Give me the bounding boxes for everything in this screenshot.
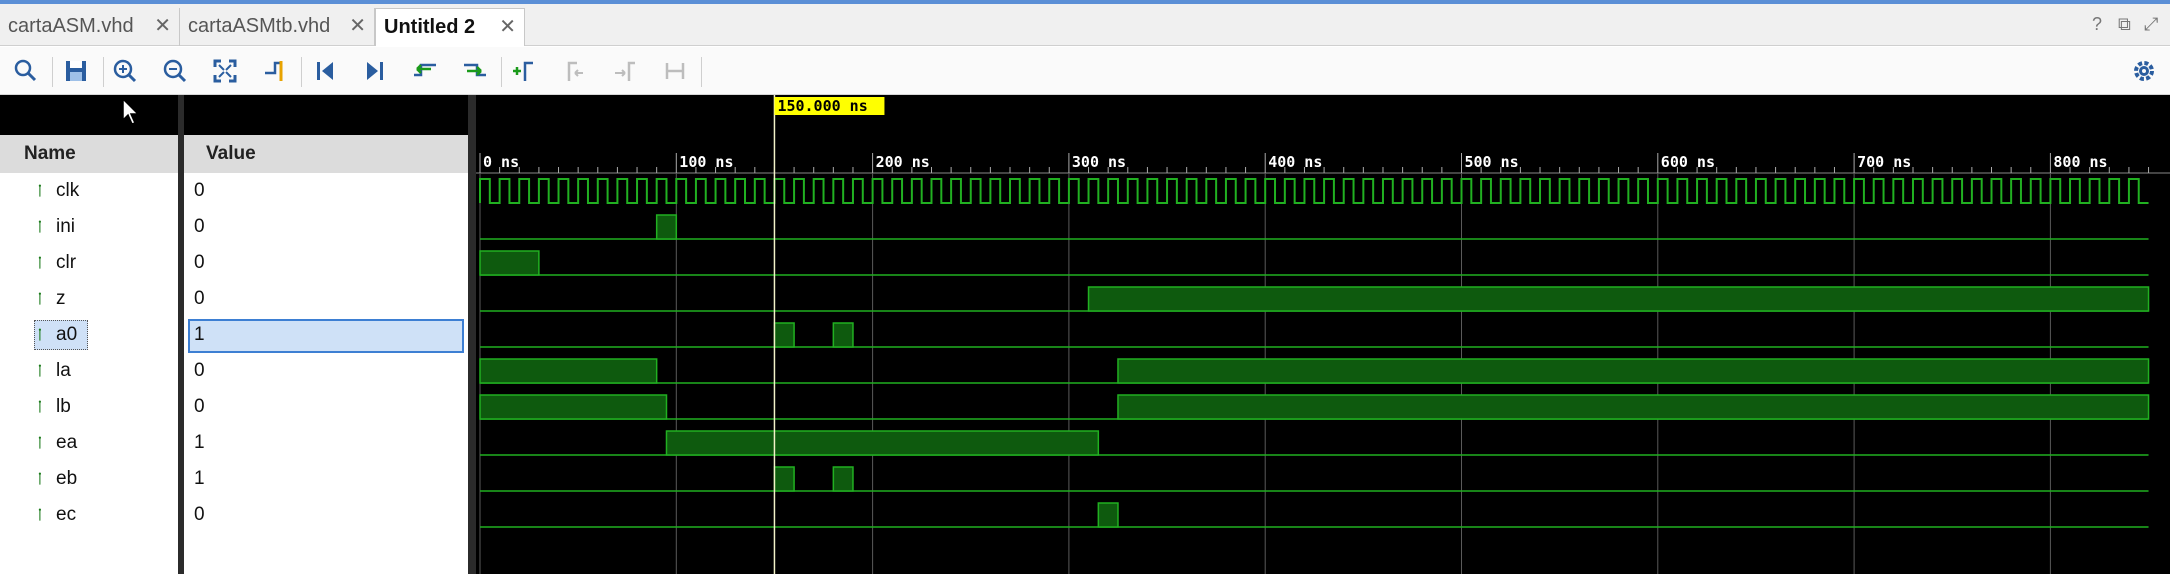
signal-bit-icon: ᛙ <box>36 219 44 234</box>
column-divider[interactable] <box>178 95 184 574</box>
go-to-time-zero-icon[interactable] <box>311 57 339 85</box>
waveform-high-z <box>1087 286 2150 312</box>
restore-icon[interactable]: ⧉ <box>2118 14 2131 35</box>
clock-waveform-clk <box>479 178 2149 204</box>
signal-name-clk[interactable]: clk <box>56 173 79 209</box>
waveform-high-eb <box>832 466 854 492</box>
settings-gear-icon[interactable] <box>2130 57 2158 85</box>
close-icon[interactable]: ✕ <box>349 8 366 44</box>
tab-untitled-2[interactable]: Untitled 2 ✕ <box>375 8 525 46</box>
name-column <box>0 173 178 574</box>
signal-value-eb[interactable]: 1 <box>194 461 205 497</box>
cursor-time-label: 150.000 ns <box>777 97 867 115</box>
signal-name-ec[interactable]: ec <box>56 497 76 533</box>
signal-bit-icon: ᛙ <box>36 507 44 522</box>
signal-name-lb[interactable]: lb <box>56 389 71 425</box>
waveform-high-a0 <box>773 322 795 348</box>
waveform-high-lb <box>1117 394 2150 420</box>
previous-transition-icon[interactable] <box>411 57 439 85</box>
value-column-header[interactable]: Value <box>184 135 468 173</box>
waveform-high-eb <box>773 466 795 492</box>
signal-name-eb[interactable]: eb <box>56 461 77 497</box>
tab-label: cartaASMtb.vhd <box>188 15 331 37</box>
swap-cursors-icon[interactable] <box>661 57 689 85</box>
zoom-fit-icon[interactable] <box>211 57 239 85</box>
help-icon[interactable]: ? <box>2092 14 2102 35</box>
pane-divider[interactable] <box>468 95 476 574</box>
signal-value-ini[interactable]: 0 <box>194 209 205 245</box>
waveform-high-clr <box>479 250 540 276</box>
editor-tab-bar: cartaASM.vhd ✕ cartaASMtb.vhd ✕ Untitled… <box>0 4 2170 46</box>
name-column-header[interactable]: Name <box>0 135 178 173</box>
signal-value-clk[interactable]: 0 <box>194 173 205 209</box>
signal-name-z[interactable]: z <box>56 281 66 317</box>
signal-value-ec[interactable]: 0 <box>194 497 205 533</box>
signal-value-la[interactable]: 0 <box>194 353 205 389</box>
go-to-cursor-icon[interactable] <box>261 57 289 85</box>
signal-bit-icon: ᛙ <box>36 363 44 378</box>
mouse-pointer-icon <box>122 98 140 125</box>
waveform-viewer: Name Value ᛙ clk 0 ᛙ ini 0 ᛙ clr 0 ᛙ z 0 ᛙ a0 1 ᛙ la 0 ᛙ lb… <box>0 95 2170 574</box>
ruler-tick-label: 200 ns <box>876 153 930 171</box>
signal-name-a0[interactable]: a0 <box>56 317 77 353</box>
search-icon[interactable] <box>12 57 40 85</box>
signal-value-clr[interactable]: 0 <box>194 245 205 281</box>
signal-name-clr[interactable]: clr <box>56 245 76 281</box>
waveform-high-ea <box>665 430 1100 456</box>
signal-bit-icon: ᛙ <box>36 183 44 198</box>
go-to-last-time-icon[interactable] <box>361 57 389 85</box>
close-icon[interactable]: ✕ <box>499 9 516 45</box>
next-marker-icon[interactable] <box>611 57 639 85</box>
add-marker-icon[interactable] <box>511 57 539 85</box>
signal-value-a0[interactable]: 1 <box>194 317 205 353</box>
tab-label: Untitled 2 <box>384 16 476 38</box>
waveform-high-lb <box>479 394 668 420</box>
next-transition-icon[interactable] <box>461 57 489 85</box>
waveform-toolbar <box>0 47 2170 95</box>
tab-cartaasm-vhd[interactable]: cartaASM.vhd ✕ <box>0 8 180 46</box>
ruler-tick-label: 100 ns <box>679 153 733 171</box>
signal-bit-icon: ᛙ <box>36 255 44 270</box>
ruler-tick-label: 400 ns <box>1268 153 1322 171</box>
waveform-canvas[interactable]: 0 ns 100 ns 200 ns 300 ns 400 ns 500 ns 600 ns… <box>476 95 2170 574</box>
close-icon[interactable]: ✕ <box>154 8 171 44</box>
waveform-high-ec <box>1097 502 1119 528</box>
waveform-high-a0 <box>832 322 854 348</box>
signal-bit-icon: ᛙ <box>36 435 44 450</box>
maximize-icon[interactable]: ⤢ <box>2144 14 2158 35</box>
previous-marker-icon[interactable] <box>561 57 589 85</box>
signal-bit-icon: ᛙ <box>36 291 44 306</box>
tab-cartaasmtb-vhd[interactable]: cartaASMtb.vhd ✕ <box>180 8 375 46</box>
zoom-in-icon[interactable] <box>111 57 139 85</box>
value-column <box>184 173 468 574</box>
ruler-tick-label: 0 ns <box>483 153 519 171</box>
signal-bit-icon: ᛙ <box>36 327 44 342</box>
ruler-tick-label: 600 ns <box>1661 153 1715 171</box>
signal-name-ini[interactable]: ini <box>56 209 75 245</box>
signal-value-ea[interactable]: 1 <box>194 425 205 461</box>
waveform-high-la <box>479 358 658 384</box>
save-icon[interactable] <box>62 57 90 85</box>
ruler-tick-label: 800 ns <box>2053 153 2107 171</box>
signal-bit-icon: ᛙ <box>36 399 44 414</box>
zoom-out-icon[interactable] <box>161 57 189 85</box>
ruler-tick-label: 300 ns <box>1072 153 1126 171</box>
ruler-tick-label: 700 ns <box>1857 153 1911 171</box>
tab-label: cartaASM.vhd <box>8 15 134 37</box>
waveform-high-la <box>1117 358 2150 384</box>
selected-value-highlight <box>188 319 464 353</box>
signal-name-ea[interactable]: ea <box>56 425 77 461</box>
ruler-tick-label: 500 ns <box>1465 153 1519 171</box>
signal-bit-icon: ᛙ <box>36 471 44 486</box>
signal-value-z[interactable]: 0 <box>194 281 205 317</box>
signal-value-lb[interactable]: 0 <box>194 389 205 425</box>
waveform-high-ini <box>655 214 678 240</box>
signal-name-la[interactable]: la <box>56 353 71 389</box>
